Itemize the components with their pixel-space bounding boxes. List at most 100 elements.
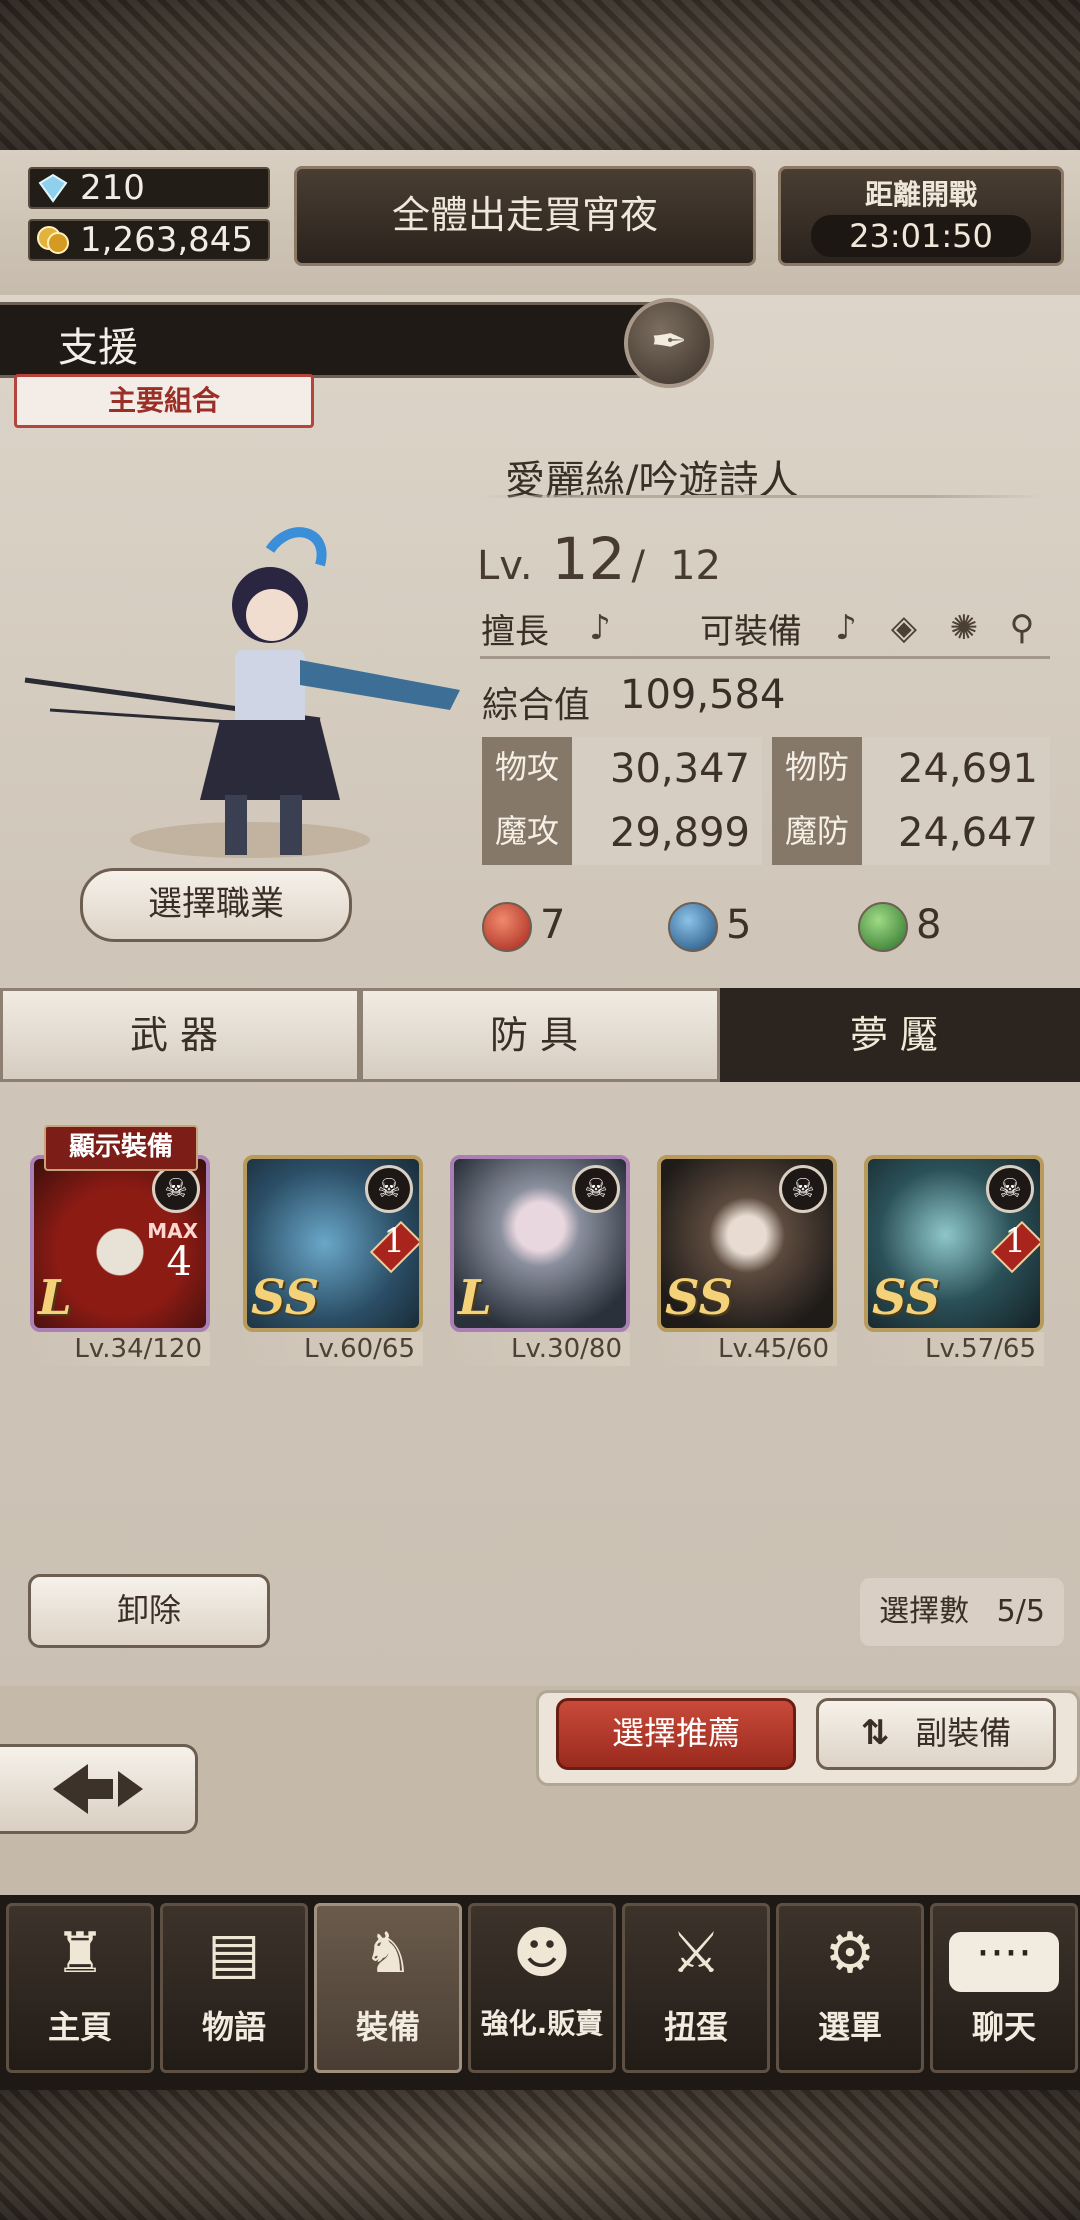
stat-mag-atk: 魔攻 29,899	[482, 801, 762, 865]
gold-count: 1,263,845	[80, 220, 254, 260]
nav-chat[interactable]: ···· 聊天	[930, 1903, 1078, 2073]
select-count: 選擇數 5/5	[860, 1578, 1064, 1646]
stat-phys-atk: 物攻 30,347	[482, 737, 762, 801]
gears-icon: ⚙	[824, 1921, 876, 1986]
nav-label: 選單	[817, 2008, 882, 2046]
role-bar: 支援	[0, 302, 680, 378]
lock-count: 1	[383, 1221, 405, 1261]
nav-enhance-sell[interactable]: ☻ 強化.販賣	[468, 1903, 616, 2073]
castle-icon: ♜	[54, 1921, 106, 1986]
card-level: Lv.45/60	[657, 1332, 837, 1366]
card-level: Lv.34/120	[30, 1332, 210, 1366]
harp-icon: ♪	[835, 608, 857, 648]
fire-icon	[482, 902, 532, 952]
tab-weapon[interactable]: 武器	[0, 988, 360, 1082]
stat-label: 物攻	[482, 737, 572, 801]
equipment-tabs: 武器 防具 夢魘	[0, 988, 1080, 1082]
select-count-label: 選擇數	[879, 1594, 970, 1629]
total-value: 109,584	[620, 672, 786, 718]
element-fire: 7	[482, 900, 566, 952]
stat-value: 29,899	[610, 810, 750, 856]
tab-armor[interactable]: 防具	[360, 988, 720, 1082]
back-button[interactable]	[0, 1744, 198, 1834]
card-level: Lv.60/65	[243, 1332, 423, 1366]
swap-arrows-icon: ⇅	[860, 1713, 890, 1753]
nav-home[interactable]: ♜ 主頁	[6, 1903, 154, 2073]
level-display: Lv. 12/ 12	[477, 525, 721, 593]
remove-button[interactable]: 卸除	[28, 1574, 270, 1648]
tab-label: 防具	[489, 1013, 590, 1057]
nightmare-card[interactable]: ☠ L	[450, 1155, 630, 1332]
select-job-button[interactable]: 選擇職業	[80, 868, 352, 942]
select-job-label: 選擇職業	[148, 884, 284, 924]
skull-icon: ☠	[365, 1165, 413, 1213]
remove-label: 卸除	[116, 1591, 181, 1629]
skull-icon: ☠	[152, 1165, 200, 1213]
nav-label: 扭蛋	[663, 2008, 728, 2046]
countdown-title: 距離開戰	[864, 178, 977, 211]
rank-label: L	[38, 1270, 72, 1326]
tab-label: 夢魘	[849, 1013, 950, 1057]
stat-value: 30,347	[610, 746, 750, 792]
stat-label: 物防	[772, 737, 862, 801]
countdown-panel: 距離開戰 23:01:50	[778, 166, 1064, 266]
tab-nightmare[interactable]: 夢魘	[720, 988, 1080, 1082]
specialty-label: 擅長	[481, 612, 549, 652]
mask-icon: ☻	[512, 1921, 572, 1986]
stat-label: 魔防	[772, 801, 862, 865]
level-max: 12	[670, 543, 721, 589]
top-ornament	[0, 0, 1080, 160]
chat-icon: ····	[933, 1906, 1075, 2002]
event-button[interactable]: 全體出走買宵夜	[294, 166, 756, 266]
name-underline	[480, 495, 1045, 498]
harp-icon: ♪	[589, 608, 611, 648]
nav-label: 主頁	[47, 2008, 112, 2046]
sub-equip-button[interactable]: ⇅ 副裝備	[816, 1698, 1056, 1770]
tome-icon: ◈	[890, 608, 918, 648]
recommend-label: 選擇推薦	[611, 1714, 740, 1752]
countdown-time: 23:01:50	[811, 215, 1031, 257]
show-equip-label: 顯示裝備	[68, 1132, 173, 1162]
nav-equipment[interactable]: ♞ 裝備	[314, 1903, 462, 2073]
bottom-nav: ♜ 主頁 ▤ 物語 ♞ 裝備 ☻ 強化.販賣 ⚔ 扭蛋 ⚙ 選單 ···· 聊天	[0, 1895, 1080, 2090]
equippable-label: 可裝備	[700, 612, 802, 652]
element-wind: 8	[858, 900, 942, 952]
stat-label: 魔攻	[482, 801, 572, 865]
orb-icon: ✺	[949, 608, 979, 648]
character-portrait	[24, 527, 460, 858]
nightmare-card[interactable]: ☠ 1 SS	[864, 1155, 1044, 1332]
main-team-tag-label: 主要組合	[107, 384, 220, 417]
role-label: 支援	[58, 325, 138, 371]
pen-icon: ✒	[650, 316, 688, 367]
bottom-ornament	[0, 2090, 1080, 2220]
back-arrow-icon	[52, 1764, 143, 1814]
recommend-button[interactable]: 選擇推薦	[556, 1698, 796, 1770]
nightmare-card[interactable]: ☠ MAX 4 L	[30, 1155, 210, 1332]
stat-mag-def: 魔防 24,647	[772, 801, 1050, 865]
select-count-value: 5/5	[996, 1594, 1045, 1629]
sub-equip-label: 副裝備	[915, 1714, 1012, 1752]
skull-icon: ☠	[779, 1165, 827, 1213]
edit-pen-button[interactable]: ✒	[624, 298, 714, 388]
staff-icon: ⚲	[1009, 608, 1035, 648]
nav-menu[interactable]: ⚙ 選單	[776, 1903, 924, 2073]
crystal-icon	[38, 173, 68, 203]
nightmare-card[interactable]: ☠ 1 SS	[243, 1155, 423, 1332]
rank-label: SS	[665, 1270, 734, 1326]
lock-count: 1	[1004, 1221, 1026, 1261]
stat-phys-def: 物防 24,691	[772, 737, 1050, 801]
crystal-counter: 210	[28, 167, 270, 209]
nightmare-card[interactable]: ☠ SS	[657, 1155, 837, 1332]
card-level: Lv.57/65	[864, 1332, 1044, 1366]
stat-divider	[480, 656, 1050, 659]
element-count: 7	[540, 902, 566, 948]
nav-gacha[interactable]: ⚔ 扭蛋	[622, 1903, 770, 2073]
event-label: 全體出走買宵夜	[391, 193, 658, 237]
show-equip-badge: 顯示裝備	[44, 1125, 198, 1171]
element-count: 8	[916, 902, 942, 948]
nav-story[interactable]: ▤ 物語	[160, 1903, 308, 2073]
rank-label: SS	[251, 1270, 320, 1326]
skull-icon: ☠	[572, 1165, 620, 1213]
element-water: 5	[668, 900, 751, 952]
book-icon: ▤	[207, 1921, 261, 1986]
